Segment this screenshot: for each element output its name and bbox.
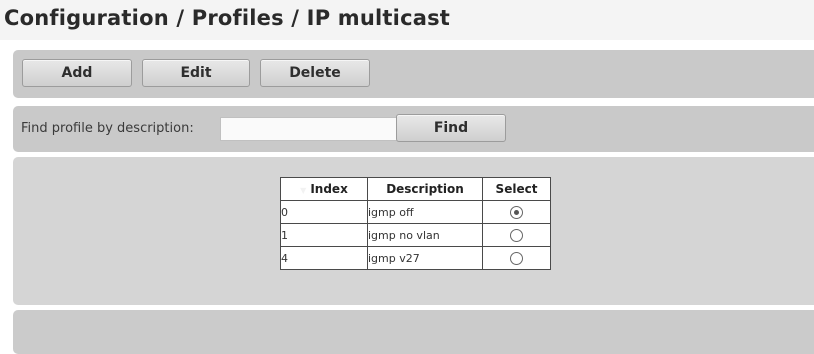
edit-button[interactable]: Edit: [142, 59, 250, 87]
column-header-index[interactable]: ▼ Index: [280, 177, 368, 201]
table-header-row: ▼ Index Description Select: [280, 177, 551, 201]
page-title: Configuration / Profiles / IP multicast: [4, 6, 451, 30]
search-bar: Find profile by description: Find: [13, 106, 814, 152]
row-index: 0: [280, 200, 368, 224]
row-select-cell: [482, 223, 551, 247]
find-button[interactable]: Find: [396, 114, 506, 142]
column-header-index-label: Index: [310, 182, 348, 196]
row-description: igmp v27: [367, 246, 483, 270]
row-description: igmp no vlan: [367, 223, 483, 247]
search-input[interactable]: [220, 117, 398, 141]
row-description: igmp off: [367, 200, 483, 224]
select-radio[interactable]: [510, 205, 523, 219]
page-header: Configuration / Profiles / IP multicast: [0, 0, 814, 40]
row-index: 1: [280, 223, 368, 247]
profiles-panel: ▼ Index Description Select 0 igmp off 1 i…: [13, 157, 814, 305]
add-button[interactable]: Add: [22, 59, 132, 87]
row-select-cell: [482, 246, 551, 270]
table-row: 1 igmp no vlan: [280, 223, 551, 247]
select-radio[interactable]: [510, 251, 523, 265]
toolbar: Add Edit Delete: [13, 50, 814, 98]
sort-desc-icon: ▼: [300, 186, 307, 195]
select-radio[interactable]: [510, 228, 523, 242]
row-index: 4: [280, 246, 368, 270]
table-row: 0 igmp off: [280, 200, 551, 224]
footer-bar: [13, 310, 814, 354]
table-row: 4 igmp v27: [280, 246, 551, 270]
profiles-table: ▼ Index Description Select 0 igmp off 1 i…: [280, 177, 551, 270]
delete-button[interactable]: Delete: [260, 59, 370, 87]
row-select-cell: [482, 200, 551, 224]
search-label: Find profile by description:: [21, 121, 194, 136]
column-header-description[interactable]: Description: [367, 177, 483, 201]
column-header-select[interactable]: Select: [482, 177, 551, 201]
